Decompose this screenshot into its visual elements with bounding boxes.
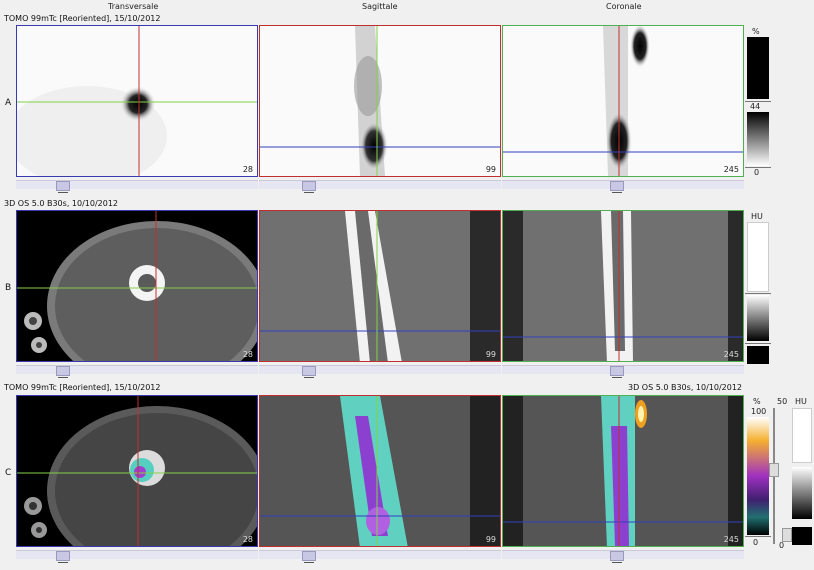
scale-b-gradient[interactable] — [747, 295, 769, 341]
scroll-thumb[interactable] — [56, 366, 70, 378]
scroll-thumb[interactable] — [610, 366, 624, 378]
slice-number: 28 — [242, 535, 253, 544]
scale-b-top-bar — [747, 222, 769, 292]
fused-transversal-image — [17, 396, 257, 546]
scrollbar-b-sagittal[interactable] — [259, 365, 501, 378]
scrollbar-c-transversal[interactable] — [16, 550, 258, 563]
scale-a-window-top: 44 — [750, 102, 761, 111]
scrollbar-a-transversal[interactable] — [16, 180, 258, 193]
spect-sagittal-image — [260, 26, 500, 176]
col-header-sagittal: Sagittale — [362, 2, 398, 11]
row-c-label: C — [5, 468, 12, 478]
col-header-transversal: Transversale — [108, 2, 159, 11]
scale-c-unit-pct: % — [753, 397, 761, 406]
blend-slider-handle-lower[interactable] — [782, 528, 792, 542]
scale-c-hu-top-bar — [792, 408, 812, 463]
scroll-thumb[interactable] — [56, 181, 70, 193]
scrollbar-c-coronal[interactable] — [502, 550, 744, 563]
view-b-coronal[interactable]: 245 — [502, 210, 744, 362]
spect-coronal-image — [503, 26, 743, 176]
slice-number: 28 — [242, 350, 253, 359]
scale-b-unit: HU — [751, 212, 763, 221]
col-header-coronal: Coronale — [606, 2, 642, 11]
scroll-thumb[interactable] — [302, 551, 316, 563]
scale-a-top-bar — [747, 37, 769, 99]
scale-c-right-bottom: 0 — [779, 541, 785, 550]
view-a-sagittal[interactable]: 99 — [259, 25, 501, 177]
fused-coronal-image — [503, 396, 743, 546]
scroll-thumb[interactable] — [56, 551, 70, 563]
scrollbar-a-sagittal[interactable] — [259, 180, 501, 193]
ct-transversal-image — [17, 211, 257, 361]
scroll-thumb[interactable] — [610, 181, 624, 193]
row-b-label: B — [5, 283, 12, 293]
scale-b-bottom-bar — [747, 346, 769, 364]
blend-slider-handle[interactable] — [769, 463, 779, 477]
fused-sagittal-image — [260, 396, 500, 546]
scale-c-color-bar[interactable] — [747, 417, 769, 535]
row-c-title-right: 3D OS 5.0 B30s, 10/10/2012 — [628, 383, 743, 392]
row-c-title: TOMO 99mTc [Reoriented], 15/10/2012 — [4, 383, 161, 392]
view-c-coronal[interactable]: 245 — [502, 395, 744, 547]
scrollbar-a-coronal[interactable] — [502, 180, 744, 193]
scale-c-hu-gradient[interactable] — [792, 467, 812, 519]
view-b-transversal[interactable]: 28 — [16, 210, 258, 362]
scrollbar-b-transversal[interactable] — [16, 365, 258, 378]
ct-sagittal-image — [260, 211, 500, 361]
scale-a-gradient[interactable] — [747, 112, 769, 166]
slice-number: 245 — [723, 350, 739, 359]
row-b-title: 3D OS 5.0 B30s, 10/10/2012 — [4, 199, 119, 208]
scale-c-hu-bottom-bar — [792, 527, 812, 545]
view-c-sagittal[interactable]: 99 — [259, 395, 501, 547]
scroll-thumb[interactable] — [302, 366, 316, 378]
scale-c-right-top: 50 — [777, 397, 788, 406]
scroll-thumb[interactable] — [302, 181, 316, 193]
view-c-transversal[interactable]: 28 — [16, 395, 258, 547]
slice-number: 245 — [723, 535, 739, 544]
slice-number: 99 — [485, 165, 496, 174]
scroll-thumb[interactable] — [610, 551, 624, 563]
spect-transversal-image — [17, 26, 257, 176]
slice-number: 28 — [242, 165, 253, 174]
scrollbar-b-coronal[interactable] — [502, 365, 744, 378]
scale-c-min: 0 — [753, 538, 759, 547]
scale-a-unit: % — [752, 27, 760, 36]
row-a-title: TOMO 99mTc [Reoriented], 15/10/2012 — [4, 14, 161, 23]
view-a-coronal[interactable]: 245 — [502, 25, 744, 177]
scale-c-max: 100 — [751, 407, 767, 416]
scale-c-unit-hu: HU — [795, 397, 807, 406]
scale-a-window-bottom: 0 — [754, 168, 760, 177]
ct-coronal-image — [503, 211, 743, 361]
view-a-transversal[interactable]: 28 — [16, 25, 258, 177]
slice-number: 245 — [723, 165, 739, 174]
view-b-sagittal[interactable]: 99 — [259, 210, 501, 362]
row-a-label: A — [5, 98, 12, 108]
slice-number: 99 — [485, 535, 496, 544]
slice-number: 99 — [485, 350, 496, 359]
scrollbar-c-sagittal[interactable] — [259, 550, 501, 563]
